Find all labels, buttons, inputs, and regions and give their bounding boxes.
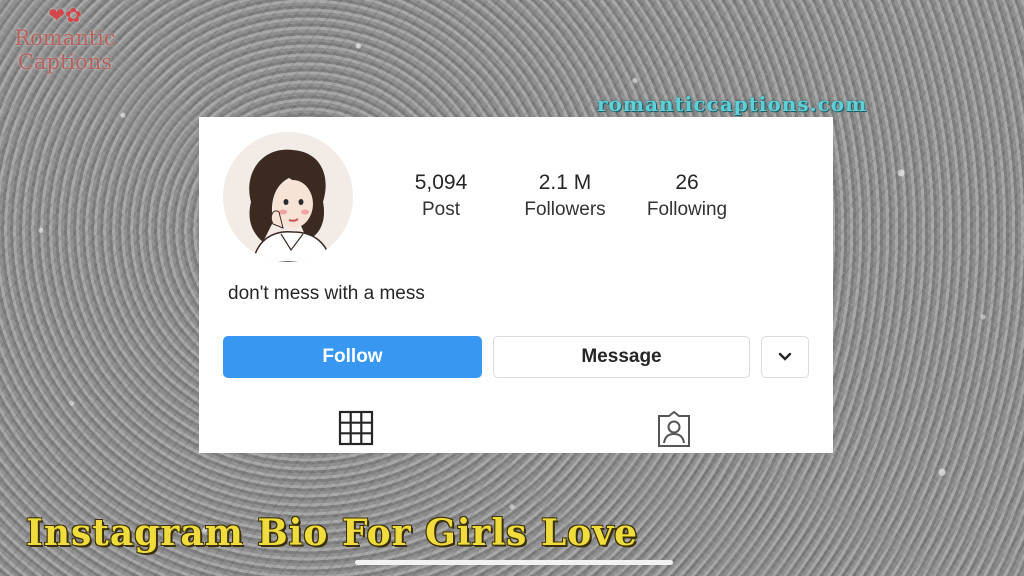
message-button[interactable]: Message (493, 336, 750, 378)
avatar[interactable] (223, 132, 353, 262)
brand-line-1: Romantic (14, 26, 116, 50)
tagged-person-icon (658, 410, 690, 447)
chevron-down-icon (778, 352, 792, 361)
profile-bio: don't mess with a mess (228, 283, 425, 304)
stat-posts[interactable]: 5,094 Post (399, 171, 483, 225)
stat-posts-label: Post (421, 199, 461, 220)
suggested-accounts-button[interactable] (761, 336, 809, 378)
stat-following[interactable]: 26 Following (635, 171, 739, 225)
grid-icon (338, 410, 374, 446)
follow-button[interactable]: Follow (223, 336, 482, 378)
brand-line-2: Captions (17, 50, 113, 74)
tab-grid[interactable] (338, 410, 374, 451)
stat-following-label: Following (646, 199, 728, 220)
video-caption: Instagram Bio For Girls Love (26, 512, 639, 554)
stat-posts-value: 5,094 (414, 171, 468, 194)
stat-followers-label: Followers (524, 199, 606, 220)
brand-logo: ❤✿ Romantic Captions (6, 4, 124, 74)
profile-card: 5,094 Post 2.1 M Followers 26 Following … (199, 117, 833, 453)
home-indicator-bar (355, 560, 673, 565)
heart-rose-icon: ❤✿ (48, 3, 82, 27)
avatar-illustration (223, 132, 353, 262)
stat-followers[interactable]: 2.1 M Followers (511, 171, 619, 225)
stat-followers-value: 2.1 M (538, 171, 592, 194)
site-url-watermark: romanticcaptions.com (597, 92, 868, 116)
stat-following-value: 26 (675, 171, 699, 194)
tab-tagged[interactable] (655, 410, 693, 453)
